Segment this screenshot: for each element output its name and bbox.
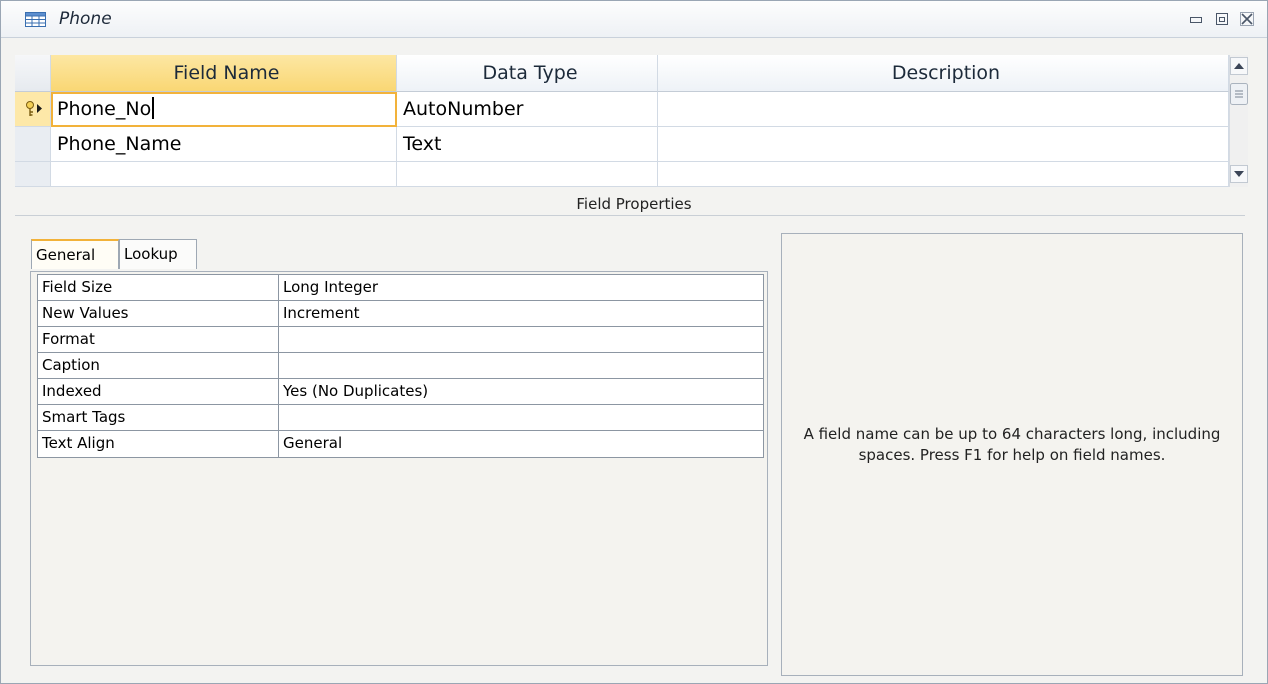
property-value[interactable]: Long Integer bbox=[278, 274, 764, 302]
field-row[interactable] bbox=[15, 162, 1229, 187]
row-selector[interactable] bbox=[15, 92, 51, 127]
field-name-value: Phone_No bbox=[57, 98, 152, 120]
property-row[interactable]: Format bbox=[37, 326, 764, 354]
column-header-description[interactable]: Description bbox=[658, 55, 1229, 92]
data-type-cell[interactable] bbox=[397, 162, 658, 187]
vertical-scrollbar[interactable] bbox=[1229, 55, 1248, 187]
property-row[interactable]: Indexed Yes (No Duplicates) bbox=[37, 378, 764, 406]
column-header-field-name[interactable]: Field Name bbox=[51, 55, 397, 92]
property-value[interactable] bbox=[278, 326, 764, 354]
property-row[interactable]: Caption bbox=[37, 352, 764, 380]
property-name: Indexed bbox=[37, 378, 279, 406]
property-help-panel: A field name can be up to 64 characters … bbox=[781, 233, 1243, 676]
property-value[interactable] bbox=[278, 404, 764, 432]
property-name: Caption bbox=[37, 352, 279, 380]
field-properties-label: Field Properties bbox=[576, 195, 692, 213]
divider bbox=[15, 215, 1245, 216]
title-bar[interactable]: Phone bbox=[1, 1, 1267, 38]
window-title: Phone bbox=[59, 9, 112, 29]
help-text: A field name can be up to 64 characters … bbox=[803, 425, 1221, 464]
tab-general[interactable]: General bbox=[31, 239, 119, 269]
property-name: Field Size bbox=[37, 274, 279, 302]
property-value[interactable]: General bbox=[278, 430, 764, 458]
description-cell[interactable] bbox=[658, 92, 1229, 127]
field-row[interactable]: Phone_Name Text bbox=[15, 127, 1229, 162]
table-design-window: Phone Field Name Data Type Description P… bbox=[0, 0, 1268, 684]
column-header-data-type[interactable]: Data Type bbox=[397, 55, 658, 92]
property-name: Text Align bbox=[37, 430, 279, 458]
field-name-cell[interactable]: Phone_Name bbox=[51, 127, 397, 162]
data-type-cell[interactable]: Text bbox=[397, 127, 658, 162]
property-row[interactable]: Text Align General bbox=[37, 430, 764, 458]
minimize-icon[interactable] bbox=[1188, 11, 1204, 27]
property-row[interactable]: Smart Tags bbox=[37, 404, 764, 432]
data-type-cell[interactable]: AutoNumber bbox=[397, 92, 658, 127]
scroll-thumb[interactable] bbox=[1230, 83, 1248, 105]
property-value[interactable]: Increment bbox=[278, 300, 764, 328]
close-icon[interactable] bbox=[1239, 11, 1255, 27]
scroll-down-icon[interactable] bbox=[1230, 165, 1248, 183]
general-properties-panel: Field Size Long Integer New Values Incre… bbox=[30, 271, 768, 666]
text-cursor bbox=[152, 97, 155, 119]
property-row[interactable]: New Values Increment bbox=[37, 300, 764, 328]
property-value[interactable]: Yes (No Duplicates) bbox=[278, 378, 764, 406]
description-cell[interactable] bbox=[658, 127, 1229, 162]
scroll-up-icon[interactable] bbox=[1230, 57, 1248, 75]
field-name-cell[interactable] bbox=[51, 162, 397, 187]
field-design-grid: Field Name Data Type Description Phone_N… bbox=[15, 55, 1248, 187]
table-icon bbox=[25, 12, 46, 27]
property-name: Smart Tags bbox=[37, 404, 279, 432]
property-name: New Values bbox=[37, 300, 279, 328]
description-cell[interactable] bbox=[658, 162, 1229, 187]
row-selector[interactable] bbox=[15, 162, 51, 187]
property-name: Format bbox=[37, 326, 279, 354]
tab-lookup[interactable]: Lookup bbox=[119, 239, 197, 269]
grid-header-row: Field Name Data Type Description bbox=[15, 55, 1229, 92]
restore-icon[interactable] bbox=[1214, 11, 1230, 27]
row-selector[interactable] bbox=[15, 127, 51, 162]
primary-key-icon bbox=[26, 101, 42, 116]
property-value[interactable] bbox=[278, 352, 764, 380]
field-name-cell[interactable]: Phone_No bbox=[51, 92, 397, 127]
property-row[interactable]: Field Size Long Integer bbox=[37, 274, 764, 302]
field-row[interactable]: Phone_No AutoNumber bbox=[15, 92, 1229, 127]
select-all-corner[interactable] bbox=[15, 55, 51, 92]
